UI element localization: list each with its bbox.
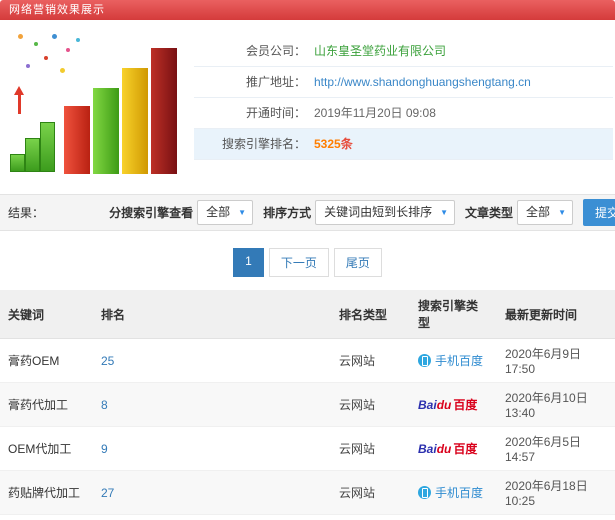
- company-value: 山东皇圣堂药业有限公司: [314, 44, 447, 58]
- result-label: 结果：: [8, 206, 45, 220]
- submit-button[interactable]: 提交: [582, 199, 615, 226]
- results-table: 关键词 排名 排名类型 搜索引擎类型 最新更新时间 膏药OEM 25 云网站 手…: [0, 290, 615, 520]
- updated-cell: 2020年6月10日 13:40: [497, 382, 615, 427]
- rank-type-cell: 云网站: [331, 382, 410, 427]
- info-row-open-time: 开通时间： 2019年11月20日 09:08: [194, 98, 613, 129]
- mobile-baidu-badge: 手机百度: [418, 352, 483, 369]
- sort-filter-label: 排序方式: [263, 206, 312, 220]
- engine-filter-label: 分搜索引擎查看: [109, 206, 194, 220]
- promo-illustration: [4, 28, 194, 186]
- article-type-filter-label: 文章类型: [465, 206, 514, 220]
- rank-type-cell: 云网站: [331, 338, 410, 383]
- table-row: 药贴牌代加工 27 云网站 手机百度 2020年6月18日 10:25: [0, 470, 615, 515]
- chevron-down-icon: ▼: [558, 208, 566, 217]
- mobile-baidu-icon: [418, 485, 431, 499]
- rank-type-cell: 云网站: [331, 426, 410, 471]
- article-type-select[interactable]: 全部 ▼: [517, 200, 573, 225]
- promo-url-link[interactable]: http://www.shandonghuangshengtang.cn: [306, 67, 531, 97]
- table-header-row: 关键词 排名 排名类型 搜索引擎类型 最新更新时间: [0, 290, 615, 339]
- page: 网络营销效果展示 会员公司： 山东皇圣堂药业有限公司 推广地址： http://…: [0, 0, 615, 520]
- engine-cell: Baidu百度: [410, 382, 497, 427]
- open-time-label: 开通时间：: [245, 106, 306, 120]
- engine-select[interactable]: 全部 ▼: [197, 200, 254, 225]
- header-engine-type: 搜索引擎类型: [410, 290, 497, 339]
- window-title-bar: 网络营销效果展示: [0, 0, 615, 20]
- engine-cell: 手机百度: [410, 338, 497, 383]
- sort-select[interactable]: 关键词由短到长排序 ▼: [315, 200, 456, 225]
- table-row: 膏药代加工 8 云网站 Bai du 百度 2020年6月10日 13:40: [0, 382, 615, 427]
- mobile-baidu-badge: 手机百度: [418, 484, 483, 501]
- header-updated-time: 最新更新时间: [497, 290, 615, 339]
- updated-cell: 2020年6月9日 17:50: [497, 338, 615, 383]
- next-page-button[interactable]: 下一页: [268, 248, 329, 277]
- updated-cell: 2020年6月11日 11:18: [497, 514, 615, 520]
- company-info-panel: 会员公司： 山东皇圣堂药业有限公司 推广地址： http://www.shand…: [194, 24, 613, 186]
- engine-cell: Baidu百度: [410, 514, 497, 520]
- rank-type-cell: 云网站: [331, 514, 410, 520]
- keyword-cell: 膏药代加工: [0, 382, 93, 427]
- mobile-baidu-icon: [418, 353, 431, 367]
- table-row: 北京膏药贴牌 1 云网站 Baidu百度 2020年6月11日 11:18: [0, 514, 615, 520]
- baidu-logo-icon: Bai du 百度: [418, 442, 478, 456]
- sort-select-value: 关键词由短到长排序: [324, 205, 433, 219]
- table-row: OEM代加工 9 云网站 Bai du 百度 2020年6月5日 14:57: [0, 426, 615, 471]
- rank-link[interactable]: 27: [93, 470, 331, 515]
- header-rank: 排名: [93, 290, 331, 339]
- results-table-body: 膏药OEM 25 云网站 手机百度 2020年6月9日 17:50 膏药代加工 …: [0, 338, 615, 520]
- engine-cell: Baidu百度: [410, 426, 497, 471]
- keyword-cell: 膏药OEM: [0, 338, 93, 383]
- rank-count-label: 搜索引擎排名：: [221, 137, 306, 151]
- chevron-down-icon: ▼: [440, 208, 449, 217]
- info-row-company: 会员公司： 山东皇圣堂药业有限公司: [194, 36, 613, 67]
- rank-link[interactable]: 9: [93, 426, 331, 471]
- rank-link[interactable]: 1: [93, 514, 331, 520]
- header-keyword: 关键词: [0, 290, 93, 339]
- filter-bar: 结果： 分搜索引擎查看 全部 ▼ 排序方式 关键词由短到长排序 ▼ 文章类型 全…: [0, 194, 615, 231]
- page-title: 网络营销效果展示: [9, 4, 105, 16]
- engine-cell: 手机百度: [410, 470, 497, 515]
- last-page-button[interactable]: 尾页: [333, 248, 382, 277]
- updated-cell: 2020年6月18日 10:25: [497, 470, 615, 515]
- info-row-rank-count: 搜索引擎排名： 5325条: [194, 129, 613, 160]
- baidu-logo-icon: Bai du 百度: [418, 398, 478, 412]
- info-section: 会员公司： 山东皇圣堂药业有限公司 推广地址： http://www.shand…: [0, 20, 615, 194]
- rank-link[interactable]: 25: [93, 338, 331, 383]
- rank-count-unit: 条: [340, 137, 353, 151]
- header-rank-type: 排名类型: [331, 290, 410, 339]
- rank-count-value: 5325: [314, 137, 341, 151]
- promo-url-label: 推广地址：: [245, 75, 306, 89]
- chevron-down-icon: ▼: [238, 208, 247, 217]
- up-arrow-icon: [14, 86, 24, 114]
- page-1-button[interactable]: 1: [233, 248, 264, 277]
- updated-cell: 2020年6月5日 14:57: [497, 426, 615, 471]
- company-label: 会员公司：: [245, 44, 306, 58]
- keyword-cell: 北京膏药贴牌: [0, 514, 93, 520]
- engine-select-value: 全部: [206, 205, 231, 219]
- rank-link[interactable]: 8: [93, 382, 331, 427]
- open-time-value: 2019年11月20日 09:08: [314, 106, 436, 120]
- article-type-select-value: 全部: [526, 205, 551, 219]
- table-row: 膏药OEM 25 云网站 手机百度 2020年6月9日 17:50: [0, 338, 615, 383]
- pagination: 1 下一页 尾页: [0, 248, 615, 277]
- keyword-cell: OEM代加工: [0, 426, 93, 471]
- rank-type-cell: 云网站: [331, 470, 410, 515]
- info-row-url: 推广地址： http://www.shandonghuangshengtang.…: [194, 67, 613, 98]
- keyword-cell: 药贴牌代加工: [0, 470, 93, 515]
